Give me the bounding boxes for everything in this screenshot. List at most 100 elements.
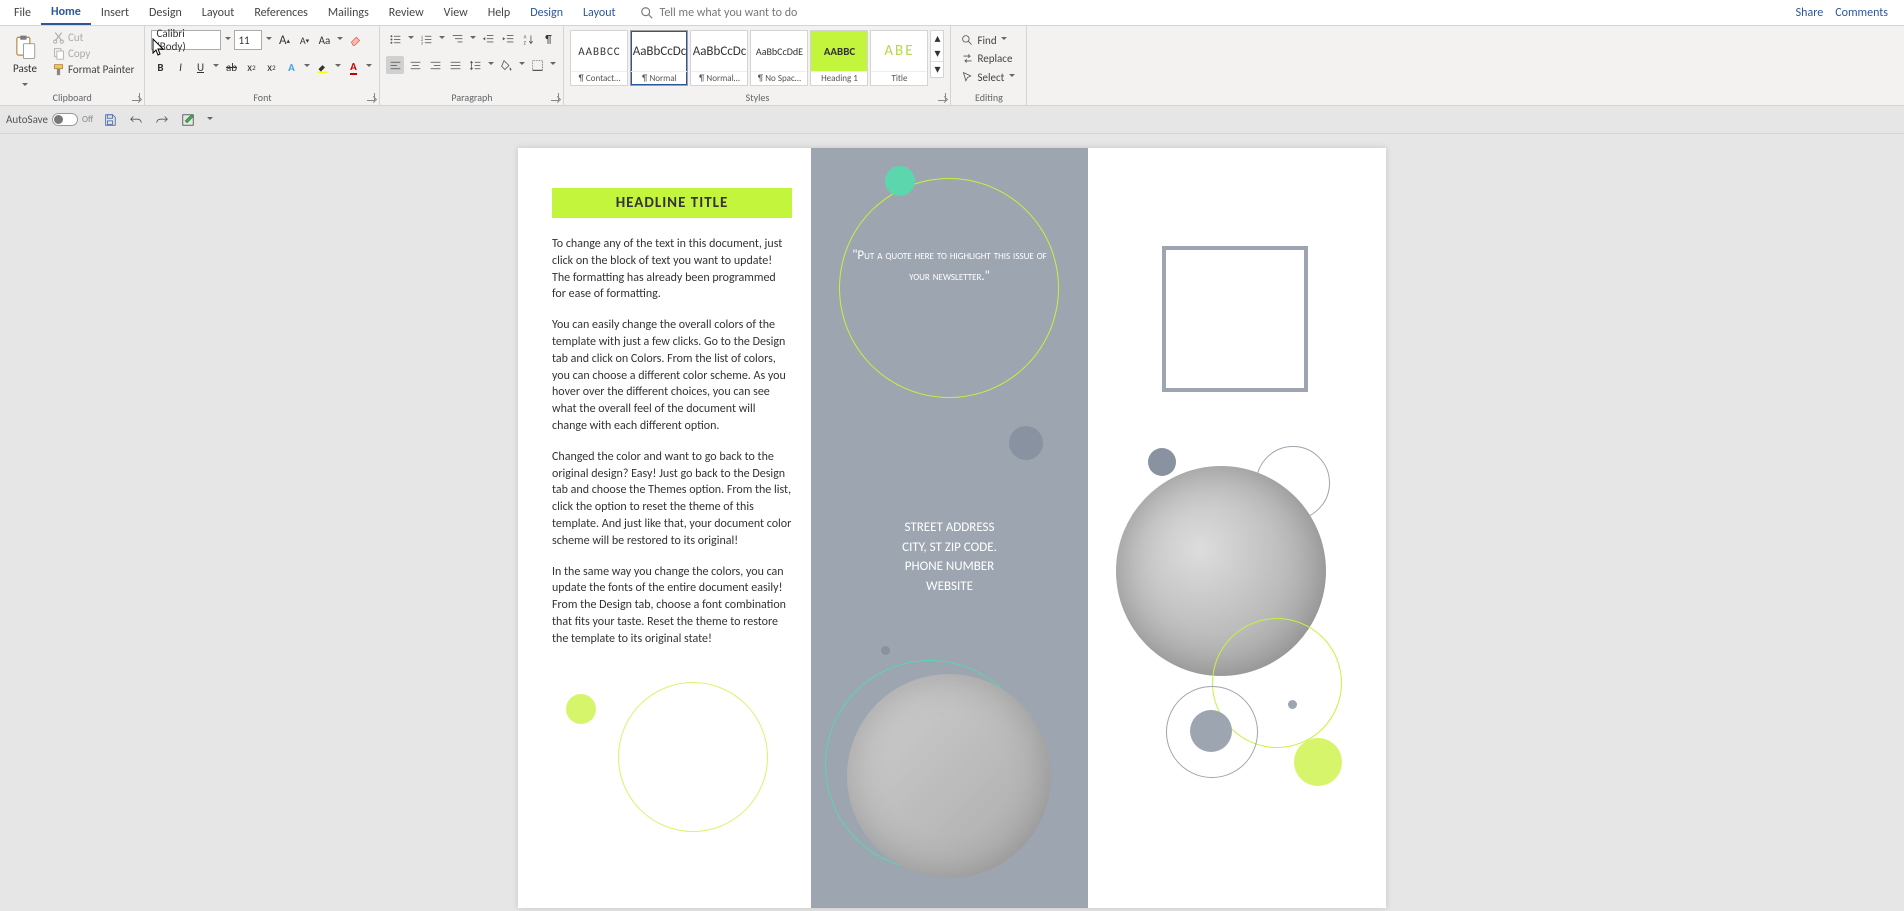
comments-button[interactable]: Comments [1831, 6, 1888, 20]
replace-button[interactable]: Replace [957, 51, 1020, 66]
tab-contextual-design[interactable]: Design [520, 2, 573, 24]
tab-references[interactable]: References [244, 2, 318, 24]
tab-layout[interactable]: Layout [192, 2, 245, 24]
font-name-combo[interactable]: Calibri (Body) [151, 30, 221, 50]
paragraph-3[interactable]: Changed the color and want to go back to… [552, 449, 792, 550]
underline-button[interactable]: U [191, 58, 209, 76]
column-left: HEADLINE TITLE To change any of the text… [552, 188, 792, 662]
tab-review[interactable]: Review [379, 2, 434, 24]
autosave-label: AutoSave [6, 113, 48, 126]
page[interactable]: HEADLINE TITLE To change any of the text… [518, 148, 1386, 908]
text-effects-dd[interactable] [302, 58, 311, 76]
undo-button[interactable] [127, 111, 145, 129]
tab-view[interactable]: View [434, 2, 478, 24]
tab-insert[interactable]: Insert [91, 2, 139, 24]
quote-text[interactable]: "Put a quote here to highlight this issu… [841, 246, 1058, 288]
tell-me-search[interactable]: Tell me what you want to do [640, 6, 798, 20]
shading-dd[interactable] [517, 56, 526, 74]
strikethrough-button[interactable]: ab [222, 58, 240, 76]
tab-file[interactable]: File [4, 2, 41, 24]
qat-draw-button[interactable] [179, 111, 197, 129]
font-size-dropdown[interactable] [264, 31, 273, 49]
line-spacing-dd[interactable] [486, 56, 495, 74]
style-heading1[interactable]: AABBCHeading 1 [810, 30, 868, 86]
cut-button[interactable]: Cut [48, 30, 138, 45]
font-color-button[interactable]: A [344, 58, 362, 76]
paragraph-2[interactable]: You can easily change the overall colors… [552, 317, 792, 435]
clipboard-dialog-launcher[interactable] [130, 91, 142, 103]
change-case-button[interactable]: Aa [315, 31, 333, 49]
paragraph-4[interactable]: In the same way you change the colors, y… [552, 564, 792, 648]
subscript-button[interactable]: x2 [242, 58, 260, 76]
font-dialog-launcher[interactable] [365, 91, 377, 103]
tab-home[interactable]: Home [41, 1, 91, 25]
indent-icon [502, 33, 515, 46]
multilevel-dd[interactable] [468, 30, 477, 48]
save-icon [103, 113, 117, 127]
address-block[interactable]: STREET ADDRESS CITY, ST ZIP CODE. PHONE … [811, 518, 1088, 596]
find-button[interactable]: Find [957, 30, 1020, 50]
font-color-dd[interactable] [364, 58, 373, 76]
image-circle-mid[interactable] [847, 674, 1051, 878]
italic-button[interactable]: I [171, 58, 189, 76]
clear-formatting-button[interactable] [346, 31, 364, 49]
grow-font-button[interactable]: A▴ [275, 31, 293, 49]
autosave-toggle[interactable]: AutoSaveOff [6, 113, 93, 126]
paragraph-dialog-launcher[interactable] [549, 91, 561, 103]
align-right-button[interactable] [426, 56, 444, 74]
borders-dd[interactable] [548, 56, 557, 74]
save-button[interactable] [101, 111, 119, 129]
decrease-indent-button[interactable] [479, 30, 497, 48]
select-dd[interactable] [1007, 68, 1016, 86]
font-name-dropdown[interactable] [223, 31, 232, 49]
format-painter-button[interactable]: Format Painter [48, 62, 138, 77]
paste-button[interactable]: Paste [6, 30, 44, 99]
borders-button[interactable] [528, 56, 546, 74]
style-contact[interactable]: AABBCC¶ Contact… [570, 30, 628, 86]
align-center-button[interactable] [406, 56, 424, 74]
underline-dd[interactable] [211, 58, 220, 76]
document-canvas[interactable]: HEADLINE TITLE To change any of the text… [0, 134, 1904, 911]
find-dd[interactable] [1000, 31, 1009, 49]
highlight-dd[interactable] [333, 58, 342, 76]
sort-button[interactable]: AZ [519, 30, 537, 48]
select-button[interactable]: Select [957, 67, 1020, 87]
styles-gallery-more[interactable]: ▴▾▾ [930, 30, 944, 78]
outdent-icon [482, 33, 495, 46]
show-marks-button[interactable]: ¶ [539, 30, 557, 48]
font-size-combo[interactable]: 11 [234, 30, 262, 50]
tab-help[interactable]: Help [478, 2, 521, 24]
bold-button[interactable]: B [151, 58, 169, 76]
autosave-switch[interactable] [52, 113, 78, 126]
bullets-dd[interactable] [406, 30, 415, 48]
style-normal[interactable]: AaBbCcDc¶ Normal [630, 30, 688, 86]
align-left-button[interactable] [386, 56, 404, 74]
superscript-button[interactable]: x2 [262, 58, 280, 76]
highlight-button[interactable] [313, 58, 331, 76]
tab-contextual-layout[interactable]: Layout [573, 2, 626, 24]
change-case-dd[interactable] [335, 31, 344, 49]
line-spacing-button[interactable] [466, 56, 484, 74]
styles-dialog-launcher[interactable] [936, 91, 948, 103]
logo-box[interactable] [1162, 246, 1308, 392]
copy-button[interactable]: Copy [48, 46, 138, 61]
headline-title[interactable]: HEADLINE TITLE [552, 188, 792, 218]
tab-design[interactable]: Design [139, 2, 192, 24]
paragraph-1[interactable]: To change any of the text in this docume… [552, 236, 792, 303]
justify-button[interactable] [446, 56, 464, 74]
tab-mailings[interactable]: Mailings [318, 2, 379, 24]
multilevel-button[interactable] [448, 30, 466, 48]
style-normal2[interactable]: AaBbCcDc¶ Normal… [690, 30, 748, 86]
qat-customize-dd[interactable] [205, 111, 214, 129]
increase-indent-button[interactable] [499, 30, 517, 48]
numbering-dd[interactable] [437, 30, 446, 48]
style-title[interactable]: ABETitle [870, 30, 928, 86]
shading-button[interactable] [497, 56, 515, 74]
share-button[interactable]: Share [1792, 6, 1824, 20]
redo-button[interactable] [153, 111, 171, 129]
numbering-button[interactable]: 123 [417, 30, 435, 48]
shrink-font-button[interactable]: A▾ [295, 31, 313, 49]
text-effects-button[interactable]: A [282, 58, 300, 76]
style-nospacing[interactable]: AaBbCcDdE¶ No Spac… [750, 30, 808, 86]
bullets-button[interactable] [386, 30, 404, 48]
